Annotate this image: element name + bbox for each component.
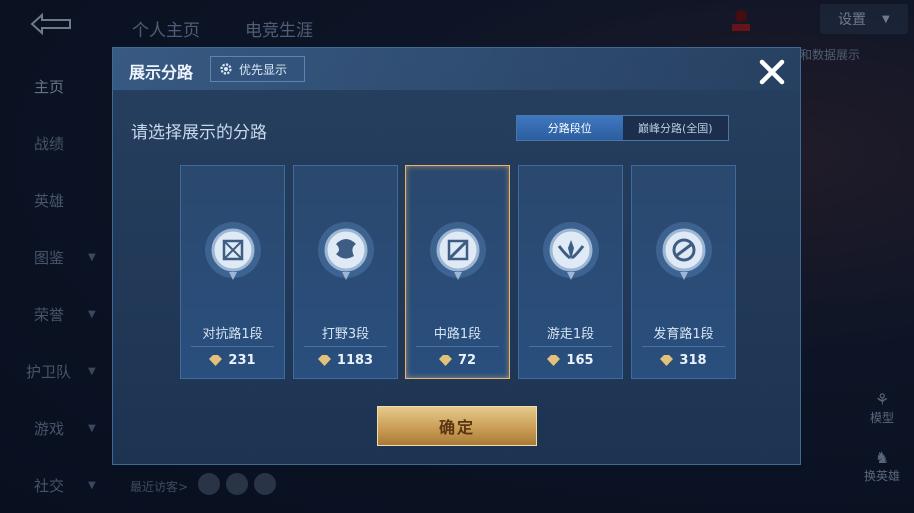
lane-card-mid[interactable]: 中路1段 72 <box>405 165 510 379</box>
lane-name: 中路1段 <box>433 327 482 342</box>
points-icon <box>660 355 674 366</box>
lane-display-modal: 展示分路 优先显示 请选择展示的分路 分路段位 巅峰分路(全国) 对抗路1段 2… <box>112 47 801 465</box>
lane-select-prompt: 请选择展示的分路 <box>131 123 267 143</box>
lane-name: 对抗路1段 <box>202 327 263 342</box>
modal-title: 展示分路 <box>129 63 194 82</box>
lane-points: 165 <box>519 353 622 368</box>
lane-points: 318 <box>632 353 735 368</box>
lane-points-value: 318 <box>679 353 707 368</box>
divider <box>416 346 499 347</box>
points-icon <box>317 355 331 366</box>
lane-name: 发育路1段 <box>653 327 714 342</box>
lane-points-value: 165 <box>566 353 594 368</box>
lane-card-adc[interactable]: 发育路1段 318 <box>631 165 736 379</box>
lane-points: 231 <box>181 353 284 368</box>
mid-lane-emblem-icon <box>430 222 486 280</box>
lane-points-value: 72 <box>457 353 477 368</box>
lane-card-top[interactable]: 对抗路1段 231 <box>180 165 285 379</box>
lane-points: 72 <box>406 353 509 368</box>
jungle-emblem-icon <box>318 222 374 280</box>
priority-display-label: 优先显示 <box>239 62 288 77</box>
tab-peak-lane-national[interactable]: 巅峰分路(全国) <box>622 116 728 140</box>
gear-icon <box>220 63 232 75</box>
points-icon <box>547 355 561 366</box>
lane-card-jungle[interactable]: 打野3段 1183 <box>293 165 398 379</box>
divider <box>642 346 725 347</box>
points-icon <box>209 355 223 366</box>
priority-display-button[interactable]: 优先显示 <box>210 56 305 82</box>
adc-lane-emblem-icon <box>656 222 712 280</box>
lane-points-value: 1183 <box>336 353 374 368</box>
divider <box>304 346 387 347</box>
lane-name: 游走1段 <box>546 327 595 342</box>
lane-points: 1183 <box>294 353 397 368</box>
lane-points-value: 231 <box>228 353 256 368</box>
lane-name: 打野3段 <box>321 327 370 342</box>
lane-card-roam[interactable]: 游走1段 165 <box>518 165 623 379</box>
divider <box>529 346 612 347</box>
confirm-button[interactable]: 确定 <box>377 406 537 446</box>
lane-mode-toggle: 分路段位 巅峰分路(全国) <box>516 115 729 141</box>
close-icon[interactable] <box>756 56 788 88</box>
divider <box>191 346 274 347</box>
tab-lane-rank[interactable]: 分路段位 <box>517 116 623 140</box>
points-icon <box>438 355 452 366</box>
top-lane-emblem-icon <box>205 222 261 280</box>
roam-emblem-icon <box>543 222 599 280</box>
